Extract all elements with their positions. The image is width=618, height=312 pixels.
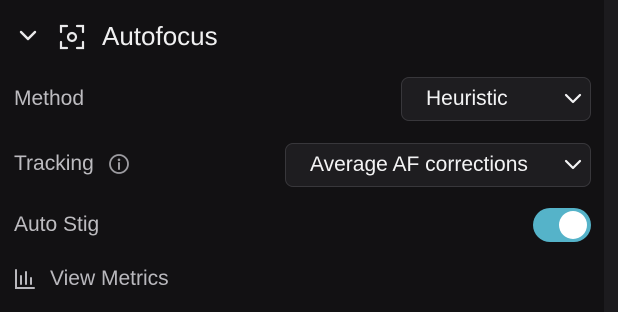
focus-target-icon <box>59 24 85 50</box>
tracking-select[interactable]: Average AF corrections <box>285 143 591 187</box>
chevron-down-icon[interactable] <box>18 28 38 44</box>
auto-stig-toggle[interactable] <box>533 208 591 242</box>
auto-stig-label: Auto Stig <box>14 213 100 236</box>
method-label: Method <box>14 87 85 110</box>
tracking-select-value: Average AF corrections <box>310 153 528 176</box>
view-metrics-link[interactable]: View Metrics <box>12 263 192 295</box>
view-metrics-label: View Metrics <box>50 267 169 290</box>
scrollbar-track[interactable] <box>604 0 618 312</box>
toggle-knob <box>559 211 587 239</box>
bar-chart-icon <box>15 269 35 289</box>
method-select-value: Heuristic <box>426 87 508 110</box>
method-select[interactable]: Heuristic <box>401 77 591 121</box>
chevron-down-icon <box>564 93 582 104</box>
section-title: Autofocus <box>102 21 218 51</box>
info-icon[interactable] <box>108 153 130 175</box>
tracking-label: Tracking <box>14 152 94 175</box>
chevron-down-icon <box>564 159 582 170</box>
autofocus-panel: Autofocus Method Heuristic Tracking Aver… <box>0 0 604 312</box>
section-header[interactable]: Autofocus <box>0 0 604 74</box>
